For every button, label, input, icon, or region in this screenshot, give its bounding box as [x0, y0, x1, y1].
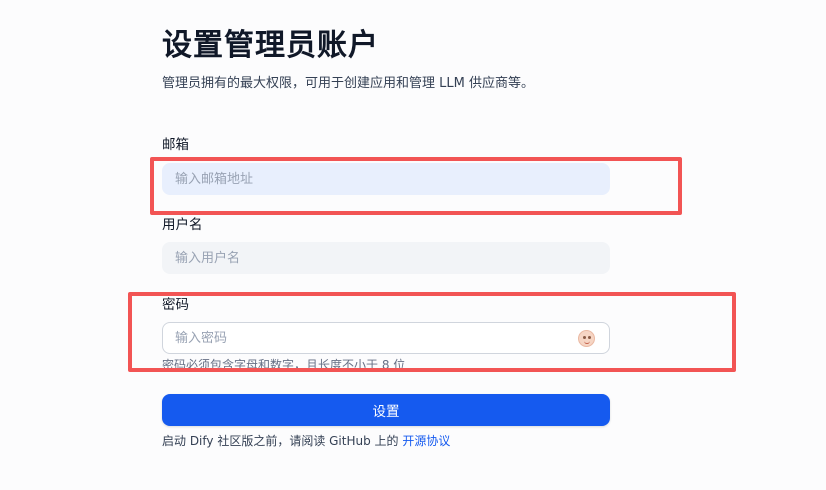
- page-title: 设置管理员账户: [162, 28, 379, 63]
- open-source-license-link[interactable]: 开源协议: [402, 434, 450, 448]
- icon-eye-right: [588, 336, 591, 339]
- footer-text: 启动 Dify 社区版之前，请阅读 GitHub 上的: [162, 434, 403, 448]
- password-label: 密码: [162, 297, 189, 313]
- show-password-icon[interactable]: [578, 330, 595, 347]
- username-label: 用户名: [162, 217, 203, 233]
- email-field[interactable]: [162, 163, 610, 195]
- setup-submit-button[interactable]: 设置: [162, 394, 610, 426]
- username-field[interactable]: [162, 242, 610, 274]
- footer-notice: 启动 Dify 社区版之前，请阅读 GitHub 上的 开源协议: [162, 433, 450, 449]
- page-subtitle: 管理员拥有的最大权限，可用于创建应用和管理 LLM 供应商等。: [162, 76, 534, 91]
- password-hint: 密码必须包含字母和数字，且长度不小于 8 位: [162, 358, 406, 368]
- email-label: 邮箱: [162, 137, 189, 153]
- icon-mouth: [584, 340, 590, 344]
- icon-eye-left: [583, 336, 586, 339]
- password-field[interactable]: [162, 322, 610, 354]
